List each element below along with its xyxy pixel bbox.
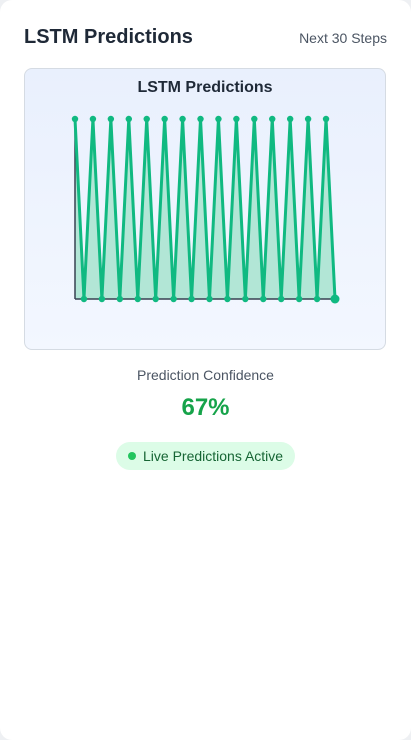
data-point (152, 295, 159, 303)
data-point (179, 115, 186, 123)
data-point (98, 295, 106, 303)
data-point (286, 115, 294, 123)
data-point (80, 295, 88, 303)
data-point (278, 295, 285, 303)
data-point (304, 115, 312, 123)
chart-panel: LSTM Predictions (24, 68, 386, 350)
confidence-label: Prediction Confidence (137, 367, 274, 383)
card-header: LSTM Predictions Next 30 Steps (24, 26, 387, 49)
data-point (269, 115, 276, 123)
data-point (313, 295, 321, 303)
data-point (170, 295, 177, 303)
data-point (188, 295, 195, 303)
data-point (161, 115, 168, 123)
data-point (125, 115, 132, 123)
data-point (143, 115, 150, 123)
card-title: LSTM Predictions (24, 26, 193, 48)
data-point (206, 295, 213, 303)
prediction-chart (71, 115, 340, 304)
status-dot-icon (128, 452, 136, 460)
confidence-value: 67% (181, 394, 230, 421)
data-point (251, 115, 258, 123)
data-point (233, 115, 240, 123)
data-point (260, 295, 267, 303)
steps-label: Next 30 Steps (299, 29, 387, 46)
data-point (330, 294, 340, 304)
data-point (242, 295, 249, 303)
data-point (71, 115, 79, 123)
data-point (116, 295, 124, 303)
predictions-card: LSTM Predictions Next 30 Steps LSTM Pred… (0, 0, 411, 740)
data-point (107, 115, 115, 123)
data-point (89, 115, 97, 123)
data-point (295, 295, 303, 303)
data-point (215, 115, 222, 123)
data-point (224, 295, 231, 303)
data-point (197, 115, 204, 123)
status-label: Live Predictions Active (143, 448, 284, 464)
data-point (134, 295, 141, 303)
data-point (322, 115, 330, 123)
status-badge: Live Predictions Active (116, 442, 296, 470)
